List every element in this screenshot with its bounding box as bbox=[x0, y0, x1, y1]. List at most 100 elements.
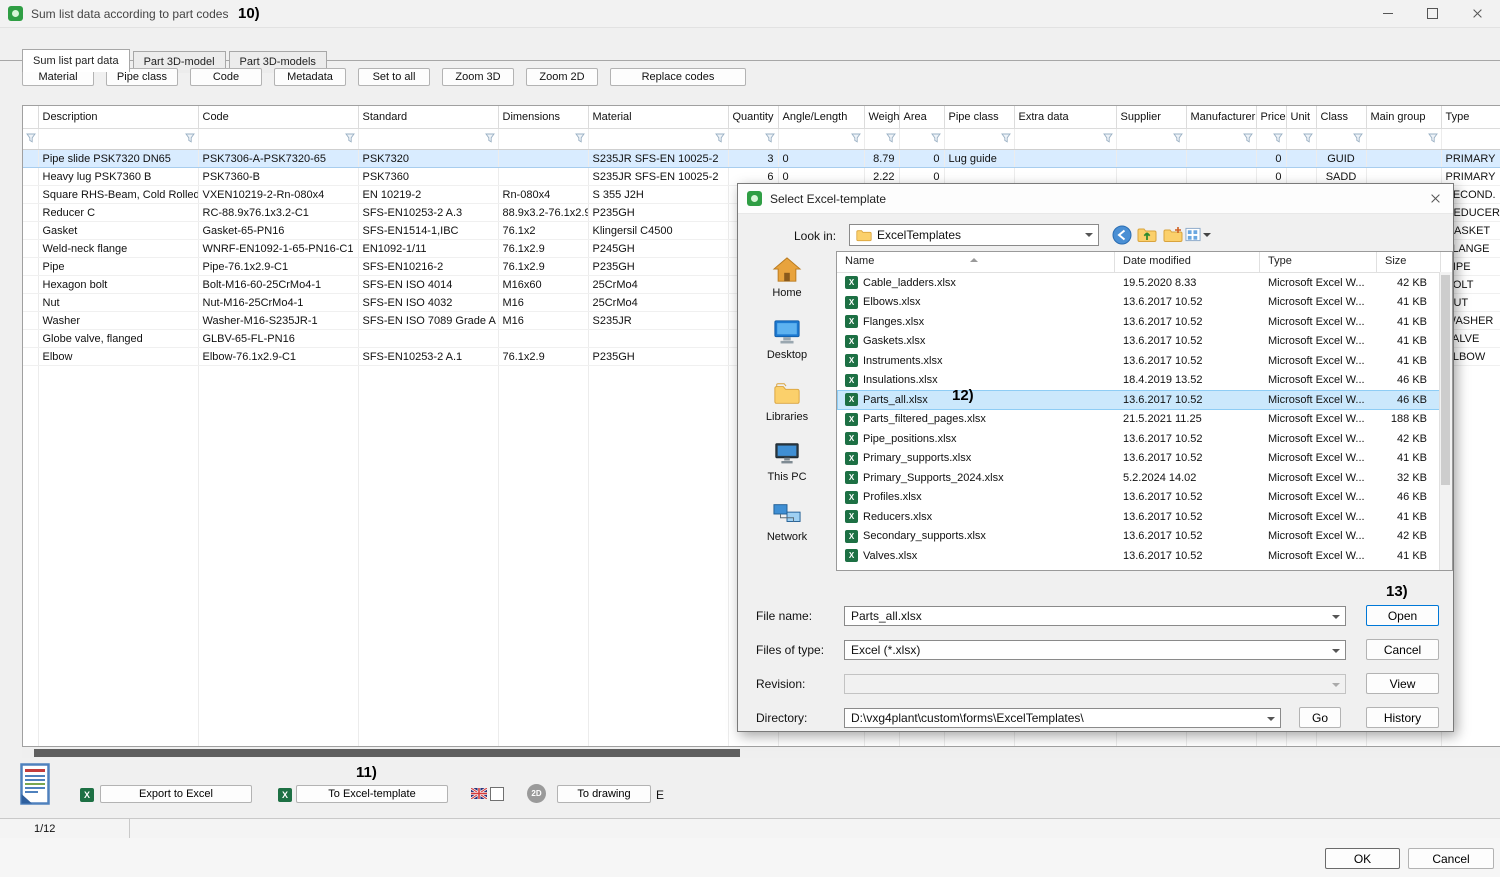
grid-column-header-supplier[interactable]: Supplier bbox=[1116, 106, 1186, 129]
column-filter-icon[interactable] bbox=[358, 129, 498, 150]
grid-column-header-dimensions[interactable]: Dimensions bbox=[498, 106, 588, 129]
minimize-button[interactable] bbox=[1365, 0, 1410, 27]
close-button[interactable] bbox=[1455, 0, 1500, 27]
file-row[interactable]: XInsulations.xlsx18.4.2019 13.52Microsof… bbox=[837, 371, 1452, 391]
file-row[interactable]: XValves.xlsx13.6.2017 10.52Microsoft Exc… bbox=[837, 546, 1452, 566]
horizontal-scrollbar[interactable] bbox=[22, 748, 1500, 758]
file-list-column-size[interactable]: Size bbox=[1377, 252, 1441, 272]
maximize-button[interactable] bbox=[1410, 0, 1455, 27]
grid-column-header-pipe-class[interactable]: Pipe class bbox=[944, 106, 1014, 129]
file-row[interactable]: XInstruments.xlsx13.6.2017 10.52Microsof… bbox=[837, 351, 1452, 371]
column-filter-icon[interactable] bbox=[498, 129, 588, 150]
column-filter-icon[interactable] bbox=[198, 129, 358, 150]
grid-column-header-code[interactable]: Code bbox=[198, 106, 358, 129]
column-filter-icon[interactable] bbox=[1014, 129, 1116, 150]
column-filter-icon[interactable] bbox=[899, 129, 944, 150]
zoom-3d-button[interactable]: Zoom 3D bbox=[442, 68, 514, 86]
history-button[interactable]: History bbox=[1366, 707, 1439, 728]
file-row[interactable]: XProfiles.xlsx13.6.2017 10.52Microsoft E… bbox=[837, 488, 1452, 508]
file-row[interactable]: XSecondary_supports.xlsx13.6.2017 10.52M… bbox=[837, 527, 1452, 547]
file-row[interactable]: XParts_filtered_pages.xlsx21.5.2021 11.2… bbox=[837, 410, 1452, 430]
export-to-excel-button[interactable]: Export to Excel bbox=[100, 785, 252, 803]
new-folder-icon[interactable] bbox=[1162, 224, 1183, 245]
zoom-2d-button[interactable]: Zoom 2D bbox=[526, 68, 598, 86]
uk-flag-icon[interactable] bbox=[471, 788, 487, 802]
to-excel-template-button[interactable]: To Excel-template bbox=[296, 785, 448, 803]
grid-column-header-price[interactable]: Price bbox=[1256, 106, 1286, 129]
grid-column-header-material[interactable]: Material bbox=[588, 106, 728, 129]
file-list-column-date-modified[interactable]: Date modified bbox=[1115, 252, 1260, 272]
file-list-scrollbar-thumb[interactable] bbox=[1441, 275, 1450, 485]
column-filter-icon[interactable] bbox=[944, 129, 1014, 150]
file-row[interactable]: XPrimary_supports.xlsx13.6.2017 10.52Mic… bbox=[837, 449, 1452, 469]
code-button[interactable]: Code bbox=[190, 68, 262, 86]
column-filter-icon[interactable] bbox=[1441, 129, 1500, 150]
dialog-cancel-button[interactable]: Cancel bbox=[1366, 639, 1439, 660]
place-network[interactable]: Network bbox=[739, 500, 835, 543]
grid-column-header-unit[interactable]: Unit bbox=[1286, 106, 1316, 129]
grid-row[interactable]: Pipe slide PSK7320 DN65PSK7306-A-PSK7320… bbox=[23, 150, 1500, 168]
column-filter-icon[interactable] bbox=[588, 129, 728, 150]
column-filter-icon[interactable] bbox=[1316, 129, 1366, 150]
place-desktop[interactable]: Desktop bbox=[739, 318, 835, 361]
place-libraries[interactable]: Libraries bbox=[739, 380, 835, 423]
grid-column-header-weight[interactable]: Weight bbox=[864, 106, 899, 129]
file-name-combobox[interactable]: Parts_all.xlsx bbox=[844, 606, 1346, 626]
column-filter-icon[interactable] bbox=[778, 129, 864, 150]
column-filter-icon[interactable] bbox=[38, 129, 198, 150]
file-list-column-type[interactable]: Type bbox=[1260, 252, 1377, 272]
grid-column-header-type[interactable]: Type bbox=[1441, 106, 1500, 129]
go-button[interactable]: Go bbox=[1299, 707, 1341, 728]
replace-codes-button[interactable]: Replace codes bbox=[610, 68, 746, 86]
file-list[interactable]: NameDate modifiedTypeSize XCable_ladders… bbox=[836, 251, 1453, 571]
look-in-combobox[interactable]: ExcelTemplates bbox=[849, 224, 1099, 246]
grid-column-header-angle-length[interactable]: Angle/Length bbox=[778, 106, 864, 129]
grid-column-header-main-group[interactable]: Main group bbox=[1366, 106, 1441, 129]
2d-icon[interactable]: 2D bbox=[527, 784, 546, 803]
tab-sum-list-part-data[interactable]: Sum list part data bbox=[22, 49, 130, 72]
files-of-type-combobox[interactable]: Excel (*.xlsx) bbox=[844, 640, 1346, 660]
file-row[interactable]: XParts_all.xlsx13.6.2017 10.52Microsoft … bbox=[837, 390, 1452, 410]
file-row[interactable]: XPipe_positions.xlsx13.6.2017 10.52Micro… bbox=[837, 429, 1452, 449]
grid-cell bbox=[358, 330, 498, 348]
place-home[interactable]: Home bbox=[739, 256, 835, 299]
back-icon[interactable] bbox=[1111, 224, 1132, 245]
grid-column-header-extra-data[interactable]: Extra data bbox=[1014, 106, 1116, 129]
grid-column-header-class[interactable]: Class bbox=[1316, 106, 1366, 129]
column-filter-icon[interactable] bbox=[728, 129, 778, 150]
to-drawing-button[interactable]: To drawing bbox=[557, 785, 651, 803]
dialog-close-icon[interactable] bbox=[1430, 193, 1441, 204]
column-filter-icon[interactable] bbox=[864, 129, 899, 150]
grid-column-header-standard[interactable]: Standard bbox=[358, 106, 498, 129]
file-row[interactable]: XPrimary_Supports_2024.xlsx5.2.2024 14.0… bbox=[837, 468, 1452, 488]
file-list-scrollbar[interactable] bbox=[1439, 272, 1452, 570]
ok-button[interactable]: OK bbox=[1325, 848, 1400, 869]
view-menu-icon[interactable] bbox=[1185, 224, 1211, 245]
column-filter-icon[interactable] bbox=[23, 129, 38, 150]
file-row[interactable]: XElbows.xlsx13.6.2017 10.52Microsoft Exc… bbox=[837, 293, 1452, 313]
grid-column-header-description[interactable]: Description bbox=[38, 106, 198, 129]
file-row[interactable]: XGaskets.xlsx13.6.2017 10.52Microsoft Ex… bbox=[837, 332, 1452, 352]
column-filter-icon[interactable] bbox=[1286, 129, 1316, 150]
horizontal-scrollbar-thumb[interactable] bbox=[34, 749, 740, 757]
metadata-button[interactable]: Metadata bbox=[274, 68, 346, 86]
grid-cell: Globe valve, flanged bbox=[38, 330, 198, 348]
set-to-all-button[interactable]: Set to all bbox=[358, 68, 430, 86]
file-row[interactable]: XFlanges.xlsx13.6.2017 10.52Microsoft Ex… bbox=[837, 312, 1452, 332]
view-button[interactable]: View bbox=[1366, 673, 1439, 694]
place-this-pc[interactable]: This PC bbox=[739, 440, 835, 483]
language-checkbox[interactable] bbox=[490, 787, 504, 801]
directory-combobox[interactable]: D:\vxg4plant\custom\forms\ExcelTemplates… bbox=[844, 708, 1281, 728]
open-button[interactable]: Open bbox=[1366, 605, 1439, 626]
file-row[interactable]: XReducers.xlsx13.6.2017 10.52Microsoft E… bbox=[837, 507, 1452, 527]
column-filter-icon[interactable] bbox=[1256, 129, 1286, 150]
column-filter-icon[interactable] bbox=[1186, 129, 1256, 150]
column-filter-icon[interactable] bbox=[1116, 129, 1186, 150]
grid-column-header-area[interactable]: Area bbox=[899, 106, 944, 129]
grid-column-header-manufacturer[interactable]: Manufacturer bbox=[1186, 106, 1256, 129]
cancel-button[interactable]: Cancel bbox=[1408, 848, 1494, 869]
file-row[interactable]: XCable_ladders.xlsx19.5.2020 8.33Microso… bbox=[837, 273, 1452, 293]
up-one-level-icon[interactable] bbox=[1136, 224, 1157, 245]
column-filter-icon[interactable] bbox=[1366, 129, 1441, 150]
grid-column-header-quantity[interactable]: Quantity bbox=[728, 106, 778, 129]
